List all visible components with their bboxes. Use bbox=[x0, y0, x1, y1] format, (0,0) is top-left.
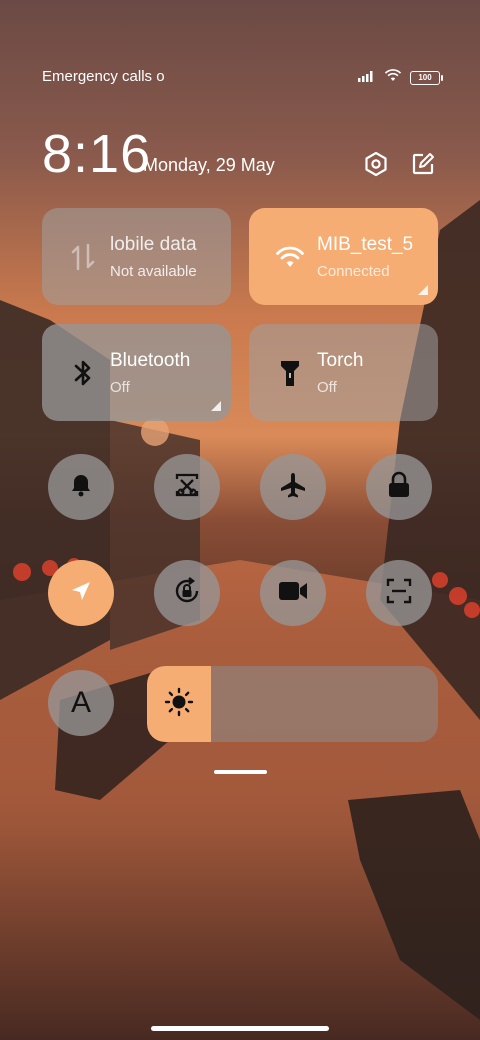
panel-drag-handle[interactable] bbox=[214, 770, 267, 774]
font-size-icon: A bbox=[70, 686, 91, 719]
rotation-lock-toggle[interactable] bbox=[154, 560, 220, 626]
torch-tile[interactable]: Torch Off bbox=[249, 324, 438, 421]
bluetooth-expand-corner[interactable] bbox=[211, 401, 221, 411]
wifi-icon bbox=[384, 68, 402, 87]
lock-toggle[interactable] bbox=[366, 454, 432, 520]
torch-subtitle: Off bbox=[317, 379, 337, 396]
screenshot-icon bbox=[173, 471, 201, 504]
date[interactable]: Monday, 29 May bbox=[143, 155, 275, 176]
brightness-fill bbox=[147, 666, 212, 742]
bluetooth-icon bbox=[68, 358, 98, 388]
status-bar: Emergency calls o 100 bbox=[0, 64, 480, 88]
bluetooth-title: Bluetooth bbox=[110, 350, 191, 371]
torch-title: Torch bbox=[317, 350, 364, 371]
edit-icon[interactable] bbox=[409, 150, 437, 178]
mobile-data-title: lobile data bbox=[110, 234, 197, 255]
brightness-icon bbox=[164, 687, 194, 722]
battery-level: 100 bbox=[418, 73, 432, 82]
airplane-toggle[interactable] bbox=[260, 454, 326, 520]
home-indicator[interactable] bbox=[151, 1026, 329, 1031]
scanner-icon bbox=[385, 577, 413, 610]
clock[interactable]: 8:16 bbox=[42, 124, 151, 184]
carrier-text: Emergency calls o bbox=[42, 68, 165, 85]
bell-toggle[interactable] bbox=[48, 454, 114, 520]
airplane-icon bbox=[279, 471, 307, 504]
rotation-lock-icon bbox=[172, 576, 202, 611]
bluetooth-tile[interactable]: Bluetooth Off bbox=[42, 324, 231, 421]
settings-icon[interactable] bbox=[362, 150, 390, 178]
torch-icon bbox=[275, 358, 305, 388]
wifi-subtitle: Connected bbox=[317, 263, 390, 280]
wifi-expand-corner[interactable] bbox=[418, 285, 428, 295]
signal-icon bbox=[358, 69, 376, 87]
lock-icon bbox=[387, 471, 411, 504]
mobile-data-subtitle: Not available bbox=[110, 263, 197, 280]
status-icons: 100 bbox=[358, 68, 443, 87]
wifi-title: MIB_test_5 bbox=[317, 234, 414, 255]
bluetooth-subtitle: Off bbox=[110, 379, 130, 396]
video-camera-toggle[interactable] bbox=[260, 560, 326, 626]
location-toggle[interactable] bbox=[48, 560, 114, 626]
bell-icon bbox=[68, 472, 94, 503]
location-icon bbox=[69, 579, 93, 608]
font-size-toggle[interactable]: A bbox=[48, 670, 114, 736]
screenshot-toggle[interactable] bbox=[154, 454, 220, 520]
video-camera-icon bbox=[278, 580, 308, 607]
battery-icon: 100 bbox=[410, 70, 443, 85]
brightness-slider[interactable] bbox=[147, 666, 438, 742]
scanner-toggle[interactable] bbox=[366, 560, 432, 626]
mobile-data-icon bbox=[68, 242, 98, 272]
mobile-data-tile[interactable]: lobile data Not available bbox=[42, 208, 231, 305]
wifi-tile[interactable]: MIB_test_5 Connected bbox=[249, 208, 438, 305]
wifi-icon bbox=[275, 242, 305, 272]
